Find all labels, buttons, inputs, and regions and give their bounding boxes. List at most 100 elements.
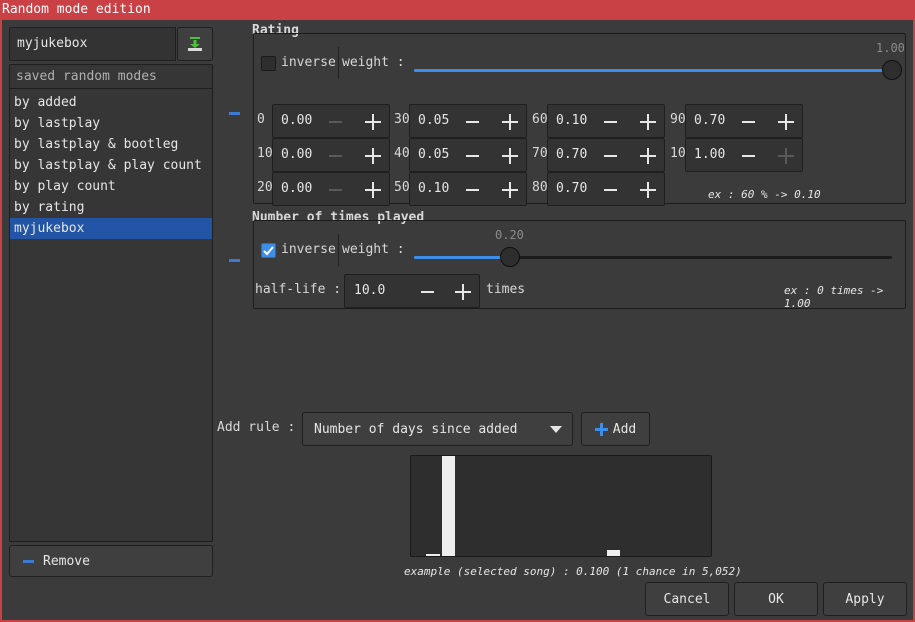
increment-icon[interactable] (502, 148, 518, 164)
rating-key: 0 (257, 112, 265, 127)
halflife-value: 10.0 (354, 283, 386, 298)
chevron-down-icon (550, 426, 562, 433)
rating-spinbox[interactable]: 0.00 (272, 104, 390, 138)
save-mode-button[interactable] (177, 27, 213, 61)
window-title: Random mode edition (2, 2, 151, 17)
halflife-spinbox[interactable]: 10.0 (344, 274, 480, 308)
played-weight-label: weight : (342, 242, 405, 257)
halflife-increment-icon[interactable] (455, 284, 471, 300)
rating-spinbox[interactable]: 0.10 (409, 172, 527, 206)
increment-icon[interactable] (778, 114, 794, 130)
list-item[interactable]: by added (10, 92, 212, 113)
rating-key: 90 (670, 112, 686, 127)
decrement-icon[interactable] (466, 155, 479, 157)
increment-icon[interactable] (640, 114, 656, 130)
list-item[interactable]: by lastplay & play count (10, 155, 212, 176)
remove-label: Remove (43, 553, 90, 569)
cancel-button[interactable]: Cancel (645, 582, 729, 616)
list-item[interactable]: by rating (10, 197, 212, 218)
add-rule-label-text: Add (612, 421, 637, 437)
rating-value: 0.70 (556, 181, 588, 196)
rating-example: ex : 60 % -> 0.10 (708, 188, 821, 201)
rating-spinbox[interactable]: 0.05 (409, 138, 527, 172)
played-inverse-checkbox[interactable] (261, 243, 276, 258)
played-weight-fill (414, 256, 510, 259)
decrement-icon[interactable] (604, 121, 617, 123)
rating-value: 0.70 (556, 147, 588, 162)
list-item[interactable]: by lastplay (10, 113, 212, 134)
decrement-icon[interactable] (466, 189, 479, 191)
decrement-icon[interactable] (604, 189, 617, 191)
played-weight-slider[interactable] (500, 247, 520, 267)
list-item[interactable]: myjukebox (10, 218, 212, 239)
decrement-icon[interactable] (329, 121, 342, 123)
rating-spinbox[interactable]: 0.05 (409, 104, 527, 138)
histogram-bar (442, 456, 455, 556)
histogram-bars (411, 456, 711, 556)
rule-type-dropdown[interactable]: Number of days since added (302, 412, 573, 446)
increment-icon[interactable] (365, 114, 381, 130)
apply-button[interactable]: Apply (823, 582, 907, 616)
halflife-decrement-icon[interactable] (421, 291, 434, 293)
rating-key: 80 (532, 180, 548, 195)
rating-spinbox[interactable]: 0.00 (272, 172, 390, 206)
rating-value: 0.10 (418, 181, 450, 196)
rating-weight-slider[interactable] (882, 60, 902, 80)
increment-icon[interactable] (778, 148, 794, 164)
halflife-label: half-life : (255, 282, 342, 297)
rating-key: 40 (394, 146, 410, 161)
mode-name-input[interactable]: myjukebox (9, 27, 176, 61)
rating-key: 70 (532, 146, 548, 161)
increment-icon[interactable] (365, 182, 381, 198)
add-rule-button[interactable]: Add (581, 412, 650, 446)
mode-name-value: myjukebox (17, 36, 88, 51)
increment-icon[interactable] (640, 148, 656, 164)
decrement-icon[interactable] (329, 155, 342, 157)
histogram-example: example (selected song) : 0.100 (1 chanc… (404, 565, 742, 578)
rating-inverse-label: inverse (281, 55, 336, 70)
add-icon (594, 422, 608, 436)
ok-button[interactable]: OK (734, 582, 818, 616)
rating-spinbox[interactable]: 0.70 (547, 172, 665, 206)
rating-inverse-checkbox[interactable] (261, 56, 276, 71)
rating-key: 30 (394, 112, 410, 127)
decrement-icon[interactable] (329, 189, 342, 191)
played-inverse-label: inverse (281, 242, 336, 257)
histogram-bar (607, 550, 620, 556)
rating-weight-label: weight : (342, 55, 405, 70)
list-header: saved random modes (10, 65, 212, 89)
decrement-icon[interactable] (742, 155, 755, 157)
times-label: times (486, 282, 526, 297)
list-item[interactable]: by play count (10, 176, 212, 197)
cancel-label: Cancel (663, 591, 711, 607)
played-example: ex : 0 times -> 1.00 (784, 284, 884, 310)
rating-value: 0.10 (556, 113, 588, 128)
list-item[interactable]: by lastplay & bootleg (10, 134, 212, 155)
remove-rule-played-icon[interactable] (229, 259, 240, 262)
rating-spinbox[interactable]: 1.00 (685, 138, 803, 172)
increment-icon[interactable] (365, 148, 381, 164)
apply-label: Apply (845, 591, 885, 607)
rating-spinbox[interactable]: 0.70 (685, 104, 803, 138)
increment-icon[interactable] (502, 114, 518, 130)
rule-type-selected: Number of days since added (314, 421, 518, 437)
decrement-icon[interactable] (742, 121, 755, 123)
add-rule-label: Add rule : (217, 420, 296, 435)
remove-rule-rating-icon[interactable] (229, 112, 240, 115)
rating-panel: inverse weight : 1.00 0 0.00 30 0.05 60 0.10 9… (253, 33, 906, 206)
saved-modes-list: saved random modes by added by lastplay by… (9, 64, 213, 542)
rating-key: 50 (394, 180, 410, 195)
increment-icon[interactable] (640, 182, 656, 198)
decrement-icon[interactable] (604, 155, 617, 157)
rating-value: 0.00 (281, 113, 313, 128)
histogram-bar (426, 554, 440, 556)
increment-icon[interactable] (502, 182, 518, 198)
rating-value: 0.05 (418, 147, 450, 162)
rating-spinbox[interactable]: 0.00 (272, 138, 390, 172)
rating-spinbox[interactable]: 0.70 (547, 138, 665, 172)
remove-button[interactable]: Remove (9, 545, 213, 577)
ok-label: OK (768, 591, 784, 607)
played-panel: inverse weight : 0.20 half-life : 10.0 t… (253, 220, 906, 310)
decrement-icon[interactable] (466, 121, 479, 123)
rating-spinbox[interactable]: 0.10 (547, 104, 665, 138)
